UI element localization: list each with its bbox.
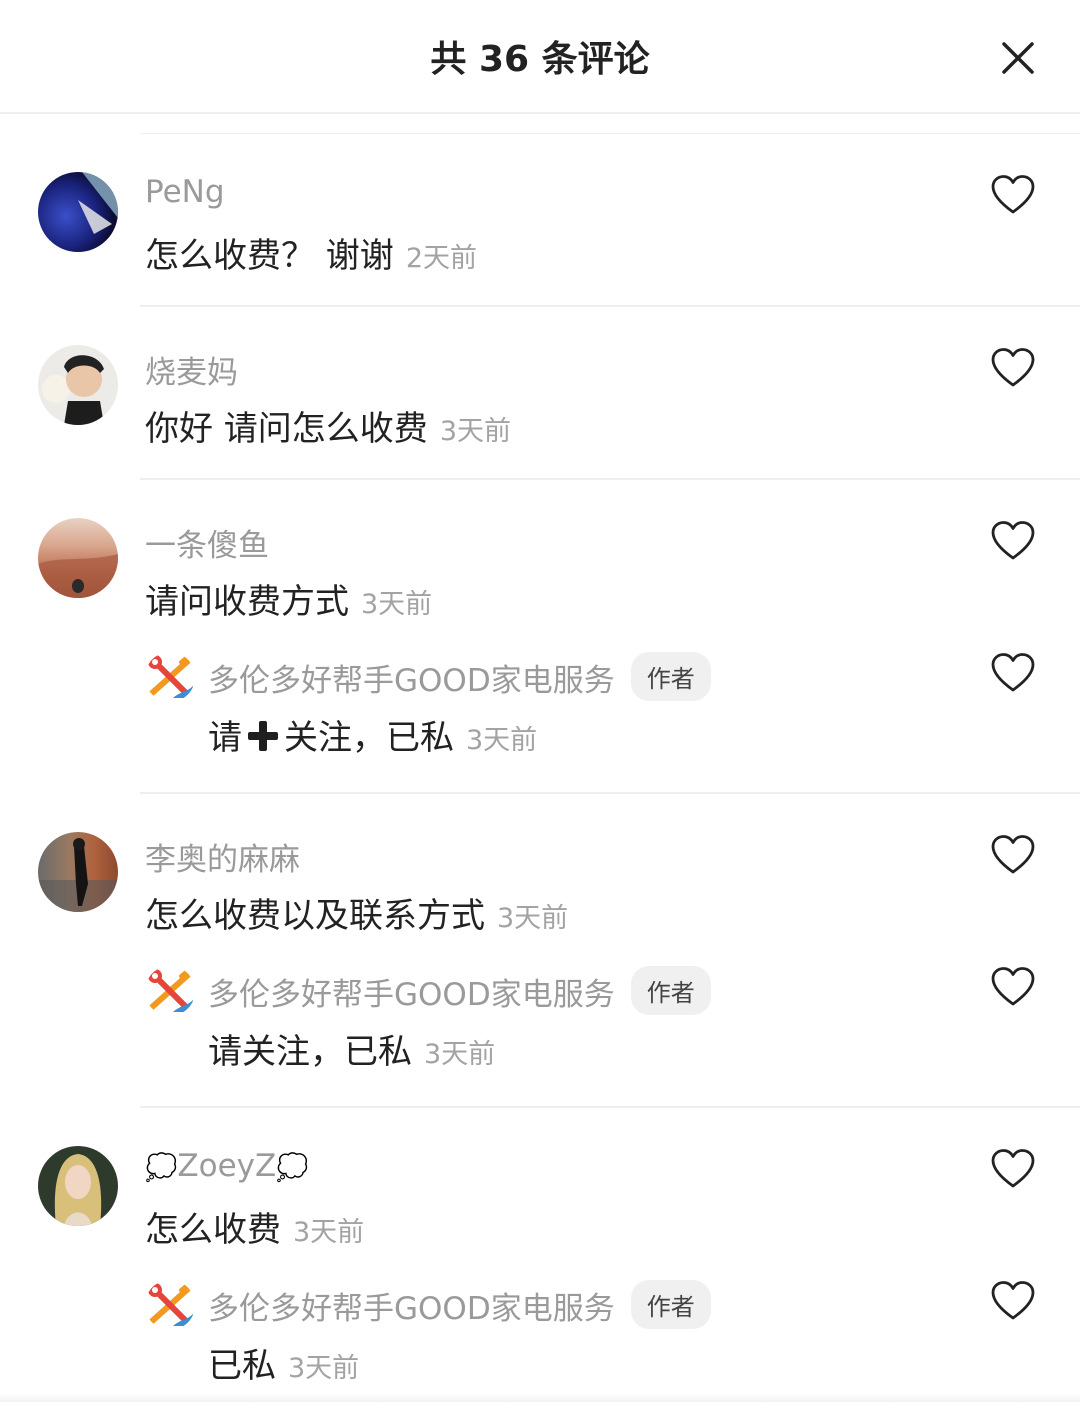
comment-thread: 一条傻鱼 请问收费方式 3天前 多伦多好帮手GOOD家电服务 作者 请 关注，已私 3… — [0, 480, 1080, 794]
user-avatar[interactable] — [38, 832, 118, 912]
author-reply: 多伦多好帮手GOOD家电服务 作者 已私 3天前 — [0, 1280, 1080, 1410]
thought-bubble-emoji-icon: 💭 — [276, 1153, 309, 1183]
comment-time: 3天前 — [361, 589, 433, 620]
heart-outline-icon[interactable] — [990, 834, 1036, 876]
avatar-photo — [54, 1154, 102, 1226]
comment-thread: 烧麦妈 你好 请问怎么收费 3天前 — [0, 307, 1080, 480]
tools-logo-icon[interactable] — [145, 966, 195, 1016]
reply-time: 3天前 — [424, 1039, 496, 1070]
author-badge: 作者 — [630, 966, 711, 1015]
comment-text: 怎么收费？ 谢谢 — [145, 236, 394, 276]
comment-time: 3天前 — [293, 1217, 365, 1248]
comment-text: 怎么收费以及联系方式 — [145, 896, 485, 936]
comment-thread: PeNg 怎么收费？ 谢谢 2天前 — [0, 134, 1080, 307]
heart-outline-icon[interactable] — [990, 966, 1036, 1008]
author-reply: 多伦多好帮手GOOD家电服务 作者 请关注，已私 3天前 — [0, 966, 1080, 1096]
reply-text-line: 已私 3天前 — [208, 1338, 359, 1387]
comment-text: 请问收费方式 — [145, 582, 349, 622]
comment-thread: 💭ZoeyZ💭 怎么收费 3天前 多伦多好帮手GOOD家电服务 作者 已私 3天前 — [0, 1108, 1080, 1402]
reply-time: 3天前 — [466, 725, 538, 756]
avatar-photo — [38, 838, 118, 912]
reply-author[interactable]: 多伦多好帮手GOOD家电服务 — [208, 663, 615, 699]
thought-bubble-emoji-icon: 💭 — [145, 1153, 178, 1183]
reply-text-after: 关注，已私 — [284, 718, 454, 758]
comment-item: 烧麦妈 你好 请问怎么收费 3天前 — [0, 345, 1080, 495]
comment-time: 3天前 — [497, 903, 569, 934]
heart-outline-icon[interactable] — [990, 520, 1036, 562]
comment-text-line: 怎么收费？ 谢谢 2天前 — [145, 228, 477, 277]
comment-author[interactable]: 一条傻鱼 — [145, 520, 269, 565]
reply-author[interactable]: 多伦多好帮手GOOD家电服务 — [208, 1291, 615, 1327]
user-avatar[interactable] — [38, 1146, 118, 1226]
reply-text: 已私 — [208, 1346, 276, 1386]
comment-author[interactable]: PeNg — [145, 174, 225, 210]
comment-author-line: 💭ZoeyZ💭 — [145, 1148, 309, 1184]
reply-text-line: 请关注，已私 3天前 — [208, 1024, 495, 1073]
reply-time: 3天前 — [288, 1353, 360, 1384]
reply-text: 请关注，已私 — [208, 1032, 412, 1072]
comment-author[interactable]: 烧麦妈 — [145, 347, 238, 392]
reply-author-line: 多伦多好帮手GOOD家电服务 作者 — [208, 652, 711, 701]
comment-count-title: 共 36 条评论 — [430, 39, 650, 80]
reply-author-line: 多伦多好帮手GOOD家电服务 作者 — [208, 1280, 711, 1329]
reply-author[interactable]: 多伦多好帮手GOOD家电服务 — [208, 977, 615, 1013]
heart-outline-icon[interactable] — [990, 1148, 1036, 1190]
comment-item: PeNg 怎么收费？ 谢谢 2天前 — [0, 172, 1080, 322]
heart-outline-icon[interactable] — [990, 347, 1036, 389]
heart-outline-icon[interactable] — [990, 652, 1036, 694]
comment-text-line: 怎么收费 3天前 — [145, 1202, 364, 1251]
author-reply: 多伦多好帮手GOOD家电服务 作者 请 关注，已私 3天前 — [0, 652, 1080, 782]
comment-author[interactable]: 李奥的麻麻 — [145, 834, 300, 879]
user-avatar[interactable] — [38, 172, 118, 252]
author-badge: 作者 — [630, 652, 711, 701]
comment-text-line: 你好 请问怎么收费 3天前 — [145, 401, 511, 450]
heart-outline-icon[interactable] — [990, 174, 1036, 216]
avatar-photo — [38, 554, 118, 598]
tools-logo-icon[interactable] — [145, 652, 195, 702]
comment-time: 3天前 — [439, 416, 511, 447]
tools-logo-icon[interactable] — [145, 1280, 195, 1330]
heart-outline-icon[interactable] — [990, 1280, 1036, 1322]
reply-author-line: 多伦多好帮手GOOD家电服务 作者 — [208, 966, 711, 1015]
comment-text-line: 怎么收费以及联系方式 3天前 — [145, 888, 568, 937]
comment-item: 一条傻鱼 请问收费方式 3天前 — [0, 518, 1080, 668]
reply-text-line: 请 关注，已私 3天前 — [208, 710, 537, 759]
comment-thread: 李奥的麻麻 怎么收费以及联系方式 3天前 多伦多好帮手GOOD家电服务 作者 请关注… — [0, 794, 1080, 1108]
bottom-fade — [0, 1394, 1080, 1402]
comment-author[interactable]: ZoeyZ — [177, 1148, 276, 1184]
comment-item: 💭ZoeyZ💭 怎么收费 3天前 — [0, 1146, 1080, 1296]
comment-item: 李奥的麻麻 怎么收费以及联系方式 3天前 — [0, 832, 1080, 982]
comment-text: 你好 请问怎么收费 — [145, 409, 428, 449]
author-badge: 作者 — [630, 1280, 711, 1329]
comment-text-line: 请问收费方式 3天前 — [145, 574, 432, 623]
avatar-photo — [42, 355, 104, 425]
close-icon[interactable] — [1000, 40, 1036, 76]
comment-text: 怎么收费 — [145, 1210, 281, 1250]
plus-emoji-icon — [248, 721, 278, 751]
user-avatar[interactable] — [38, 518, 118, 598]
reply-text-before: 请 — [208, 718, 242, 758]
user-avatar[interactable] — [38, 345, 118, 425]
comments-header: 共 36 条评论 — [0, 0, 1080, 114]
avatar-photo — [78, 172, 118, 234]
comment-time: 2天前 — [405, 243, 477, 274]
